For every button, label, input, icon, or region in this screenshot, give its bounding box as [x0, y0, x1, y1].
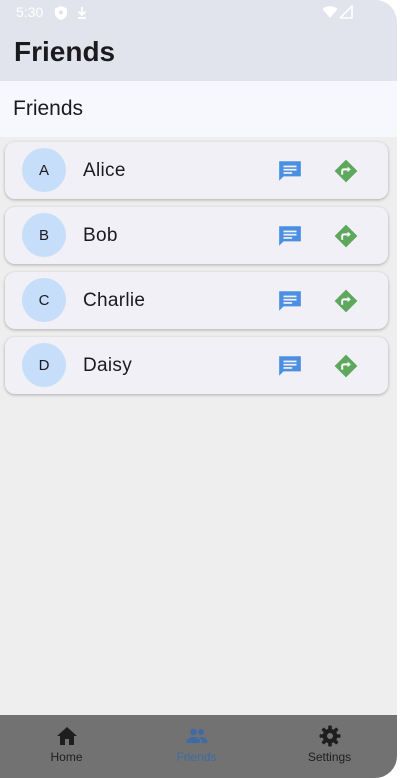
- phone-screen: 5:30 Friends Friends A Alice B Bob C Cha…: [0, 0, 397, 778]
- status-time: 5:30: [16, 4, 44, 20]
- shield-icon: [55, 6, 67, 20]
- message-icon[interactable]: [277, 353, 303, 379]
- gear-icon: [319, 725, 340, 747]
- section-title: Friends: [13, 97, 84, 120]
- directions-icon[interactable]: [333, 158, 359, 184]
- friend-card-alice[interactable]: A Alice: [5, 142, 388, 199]
- avatar: A: [22, 148, 66, 192]
- avatar: C: [22, 278, 66, 322]
- people-icon: [186, 728, 207, 743]
- download-icon: [77, 7, 87, 19]
- friend-card-bob[interactable]: B Bob: [5, 207, 388, 264]
- section-header: Friends: [0, 81, 397, 137]
- directions-icon[interactable]: [333, 353, 359, 379]
- signal-icon: [340, 5, 353, 19]
- nav-home[interactable]: Home: [0, 715, 133, 778]
- nav-settings-label: Settings: [307, 750, 352, 764]
- wifi-icon: [322, 6, 338, 18]
- friend-card-charlie[interactable]: C Charlie: [5, 272, 388, 329]
- friends-list: A Alice B Bob C Charlie D Daisy: [5, 142, 388, 402]
- friend-name: Bob: [83, 225, 118, 246]
- friend-name: Daisy: [83, 355, 133, 376]
- friend-name: Alice: [83, 160, 126, 181]
- message-icon[interactable]: [277, 158, 303, 184]
- home-icon: [56, 727, 77, 745]
- avatar: D: [22, 343, 66, 387]
- friend-name: Charlie: [83, 290, 146, 311]
- nav-friends-label: Friends: [176, 750, 217, 764]
- nav-settings[interactable]: Settings: [263, 715, 396, 778]
- top-area: 5:30 Friends: [0, 0, 397, 81]
- directions-icon[interactable]: [333, 223, 359, 249]
- directions-icon[interactable]: [333, 288, 359, 314]
- message-icon[interactable]: [277, 288, 303, 314]
- app-bar-title: Friends: [14, 36, 116, 67]
- status-bar: 5:30: [0, 0, 397, 26]
- friend-card-daisy[interactable]: D Daisy: [5, 337, 388, 394]
- nav-friends[interactable]: Friends: [130, 715, 263, 778]
- avatar: B: [22, 213, 66, 257]
- bottom-navigation: Home Friends Settings: [0, 715, 397, 778]
- message-icon[interactable]: [277, 223, 303, 249]
- nav-home-label: Home: [50, 750, 83, 764]
